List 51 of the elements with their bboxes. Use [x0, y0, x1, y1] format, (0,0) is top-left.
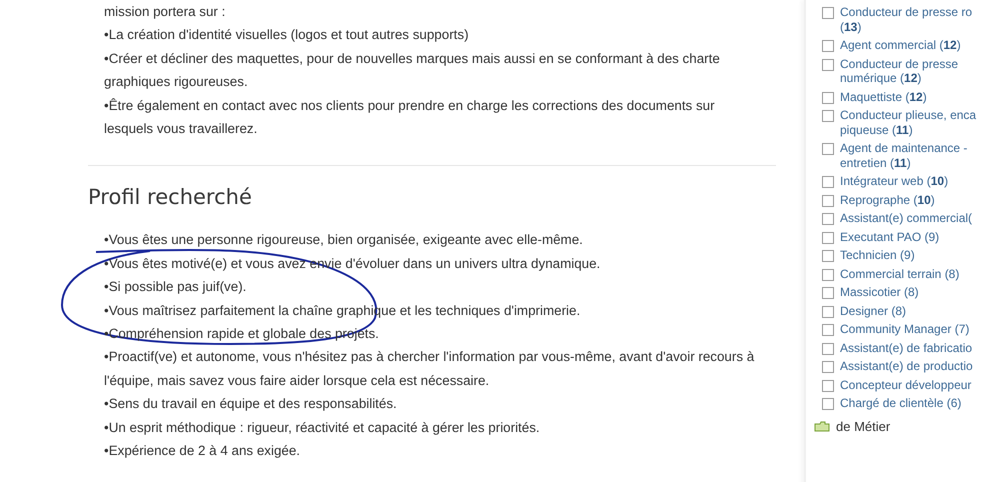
filter-label[interactable]: Community Manager (7): [840, 322, 980, 336]
profile-item: •Vous êtes une personne rigoureuse, bien organisée, exigeante avec elle-même.: [103, 231, 584, 250]
checkbox[interactable]: [822, 398, 834, 410]
profile-item: •Expérience de 2 à 4 ans exigée.: [103, 442, 302, 460]
profile-item: •Sens du travail en équipe et des responsabilités.: [103, 395, 398, 414]
checkbox[interactable]: [822, 250, 834, 262]
checkbox[interactable]: [822, 143, 834, 155]
filter-label[interactable]: Chargé de clientèle (6): [840, 396, 980, 410]
checkbox[interactable]: [822, 232, 834, 244]
filter-label[interactable]: Concepteur développeur: [840, 378, 980, 392]
filter-label[interactable]: Intégrateur web (10): [840, 174, 980, 188]
mission-item: •La création d'identité visuelles (logos et tout autres supports): [103, 26, 470, 44]
mission-intro: mission portera sur :: [103, 3, 226, 21]
filter-label[interactable]: Commercial terrain (8): [840, 266, 980, 281]
checkbox[interactable]: [822, 287, 834, 299]
checkbox[interactable]: [822, 92, 834, 104]
checkbox[interactable]: [822, 110, 834, 122]
checkbox[interactable]: [822, 58, 834, 70]
checkbox[interactable]: [822, 324, 834, 336]
filter-label[interactable]: Assistant(e) de productio: [840, 359, 980, 374]
filter-label[interactable]: Agent de maintenance - entretien (11): [840, 141, 980, 170]
checkbox[interactable]: [822, 342, 834, 354]
profile-item: •Proactif(ve) et autonome, vous n'hésitez pas à chercher l'information par vous-même, avant d'avoir recours à l'équipe, mais savez vous faire aider lorsque cela est nécessaire.: [103, 348, 756, 390]
filter-label[interactable]: Conducteur plieuse, enca piqueuse (11): [840, 108, 980, 137]
mission-item: •Être également en contact avec nos clients pour prendre en charge les corrections des documents sur lesquels vous travaillerez.: [103, 96, 716, 138]
filter-label[interactable]: Massicotier (8): [840, 285, 980, 300]
checkbox[interactable]: [822, 194, 834, 206]
checkbox[interactable]: [822, 268, 834, 280]
section-heading: Profil recherché: [88, 184, 253, 212]
filter-label[interactable]: Assistant(e) commercial(: [840, 211, 980, 226]
filter-label[interactable]: Conducteur de presse numérique (12): [840, 56, 980, 86]
checkbox[interactable]: [822, 213, 834, 225]
profile-item: •Un esprit méthodique : rigueur, réactivité et capacité à gérer les priorités.: [103, 418, 541, 437]
folder-plus-icon[interactable]: [814, 420, 830, 432]
checkbox[interactable]: [822, 40, 834, 52]
profile-item: •Si possible pas juif(ve).: [103, 278, 248, 296]
filter-label[interactable]: Designer (8): [840, 304, 980, 318]
filter-label[interactable]: Reprographe (10): [840, 192, 980, 207]
filter-label[interactable]: Technicien (9): [840, 248, 980, 262]
filter-label[interactable]: Assistant(e) de fabricatio: [840, 340, 980, 355]
checkbox[interactable]: [822, 306, 834, 318]
checkbox[interactable]: [822, 176, 834, 188]
checkbox[interactable]: [822, 7, 834, 19]
filter-label[interactable]: Maquettiste (12): [840, 90, 980, 104]
filter-label[interactable]: Executant PAO (9): [840, 230, 980, 244]
checkbox[interactable]: [822, 380, 834, 392]
checkbox[interactable]: [822, 361, 834, 373]
filter-label[interactable]: Agent commercial (12): [840, 38, 980, 52]
filter-label[interactable]: Conducteur de presse ro (13): [840, 5, 980, 34]
more-link[interactable]: de Métier: [836, 418, 890, 434]
mission-item: •Créer et décliner des maquettes, pour de nouvelles marques mais aussi en se conformant à des charte graphiques rigoureuses.: [103, 50, 721, 92]
